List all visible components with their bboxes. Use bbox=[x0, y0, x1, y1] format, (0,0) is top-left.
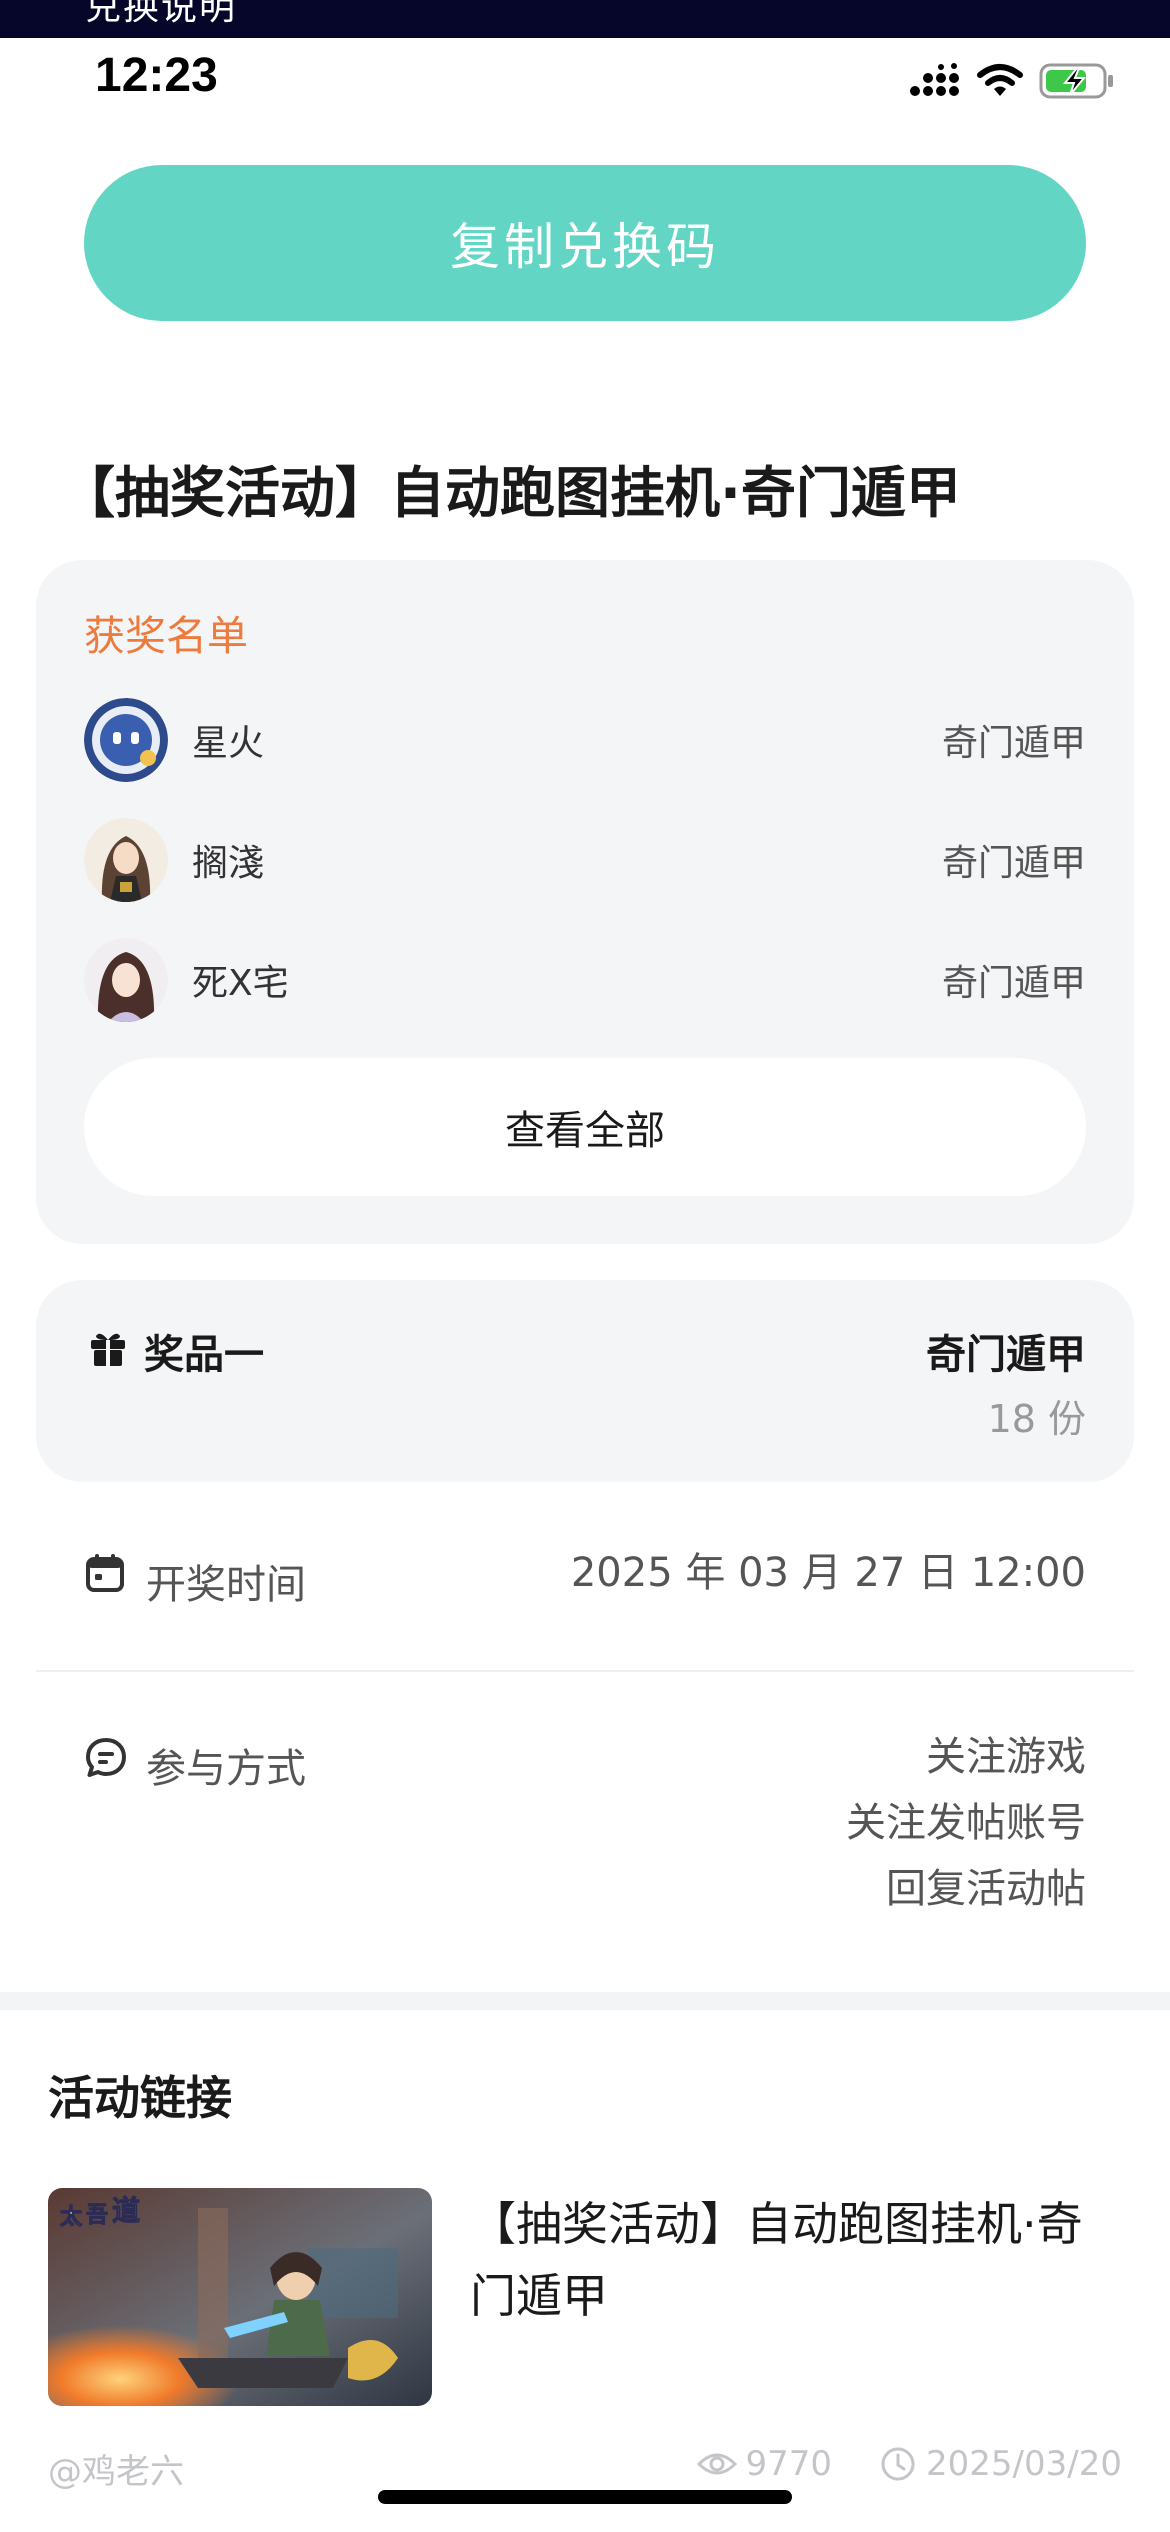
winner-name: 搁淺 bbox=[192, 843, 265, 884]
gift-icon bbox=[91, 1333, 125, 1366]
winners-heading: 获奖名单 bbox=[84, 612, 248, 660]
battery-charging-icon bbox=[1039, 63, 1113, 99]
avatar[interactable] bbox=[84, 698, 168, 782]
eye-icon bbox=[697, 2453, 738, 2475]
participation-method: 回复活动帖 bbox=[886, 1866, 1086, 1912]
view-count-value: 9770 bbox=[745, 2444, 832, 2484]
post-title: 【抽奖活动】自动跑图挂机·奇门遁甲 bbox=[60, 461, 961, 525]
calendar-icon bbox=[86, 1554, 124, 1592]
participation-method: 关注游戏 bbox=[926, 1734, 1086, 1780]
winners-card: 获奖名单 星火 奇门遁甲 搁淺 奇门遁甲 死X宅 奇门遁甲 查看全部 bbox=[36, 560, 1134, 1244]
divider bbox=[36, 1670, 1134, 1672]
status-icons bbox=[909, 56, 1115, 106]
winner-row[interactable]: 星火 奇门遁甲 bbox=[84, 696, 1086, 784]
draw-time-row: 开奖时间 2025 年 03 月 27 日 12:00 bbox=[84, 1548, 1086, 1618]
participation-method: 关注发帖账号 bbox=[846, 1800, 1086, 1846]
chat-bubble-icon bbox=[86, 1738, 126, 1777]
wifi-icon bbox=[977, 64, 1023, 96]
clock-icon bbox=[881, 2447, 915, 2481]
prize-label: 奖品一 bbox=[144, 1332, 264, 1378]
avatar[interactable] bbox=[84, 818, 168, 902]
prize-card: 奖品一 奇门遁甲 18 份 bbox=[36, 1280, 1134, 1482]
draw-time-value: 2025 年 03 月 27 日 12:00 bbox=[570, 1550, 1086, 1596]
winner-name: 死X宅 bbox=[192, 963, 289, 1004]
winner-row[interactable]: 搁淺 奇门遁甲 bbox=[84, 816, 1086, 904]
draw-time-label: 开奖时间 bbox=[146, 1562, 306, 1608]
winner-prize: 奇门遁甲 bbox=[941, 723, 1086, 764]
winner-prize: 奇门遁甲 bbox=[941, 843, 1086, 884]
view-count: 9770 bbox=[697, 2444, 832, 2484]
home-indicator[interactable] bbox=[378, 2490, 792, 2504]
copy-code-button[interactable]: 复制兑换码 bbox=[84, 165, 1086, 321]
section-separator bbox=[0, 1992, 1170, 2010]
participation-methods: 关注游戏 关注发帖账号 回复活动帖 bbox=[846, 1724, 1086, 1922]
svg-text:太: 太 bbox=[60, 2205, 83, 2230]
winner-prize: 奇门遁甲 bbox=[941, 963, 1086, 1004]
participation-label: 参与方式 bbox=[146, 1746, 306, 1792]
participation-row: 参与方式 关注游戏 关注发帖账号 回复活动帖 bbox=[84, 1732, 1086, 1932]
post-date-value: 2025/03/20 bbox=[926, 2444, 1122, 2484]
cellular-signal-icon bbox=[910, 63, 959, 96]
winner-name: 星火 bbox=[192, 723, 265, 764]
author-name[interactable]: @鸡老六 bbox=[48, 2444, 184, 2493]
winner-row[interactable]: 死X宅 奇门遁甲 bbox=[84, 936, 1086, 1024]
activity-link-heading: 活动链接 bbox=[48, 2071, 232, 2125]
activity-link-thumbnail[interactable]: 太 吾 道 bbox=[48, 2188, 432, 2406]
top-banner: 兑换说明 bbox=[0, 0, 1170, 38]
view-all-button[interactable]: 查看全部 bbox=[84, 1058, 1086, 1196]
svg-text:吾: 吾 bbox=[86, 2203, 108, 2228]
status-bar: 12:23 bbox=[0, 38, 1170, 148]
activity-link-meta: @鸡老六 9770 2025/03/20 bbox=[48, 2444, 1122, 2494]
prize-name: 奇门遁甲 bbox=[926, 1332, 1086, 1378]
post-date: 2025/03/20 bbox=[880, 2444, 1122, 2484]
status-time: 12:23 bbox=[95, 49, 218, 102]
avatar[interactable] bbox=[84, 938, 168, 1022]
top-banner-text: 兑换说明 bbox=[85, 0, 238, 28]
activity-link-title[interactable]: 【抽奖活动】自动跑图挂机·奇门遁甲 bbox=[470, 2188, 1110, 2332]
svg-text:道: 道 bbox=[112, 2194, 140, 2227]
prize-quantity: 18 份 bbox=[987, 1397, 1086, 1441]
